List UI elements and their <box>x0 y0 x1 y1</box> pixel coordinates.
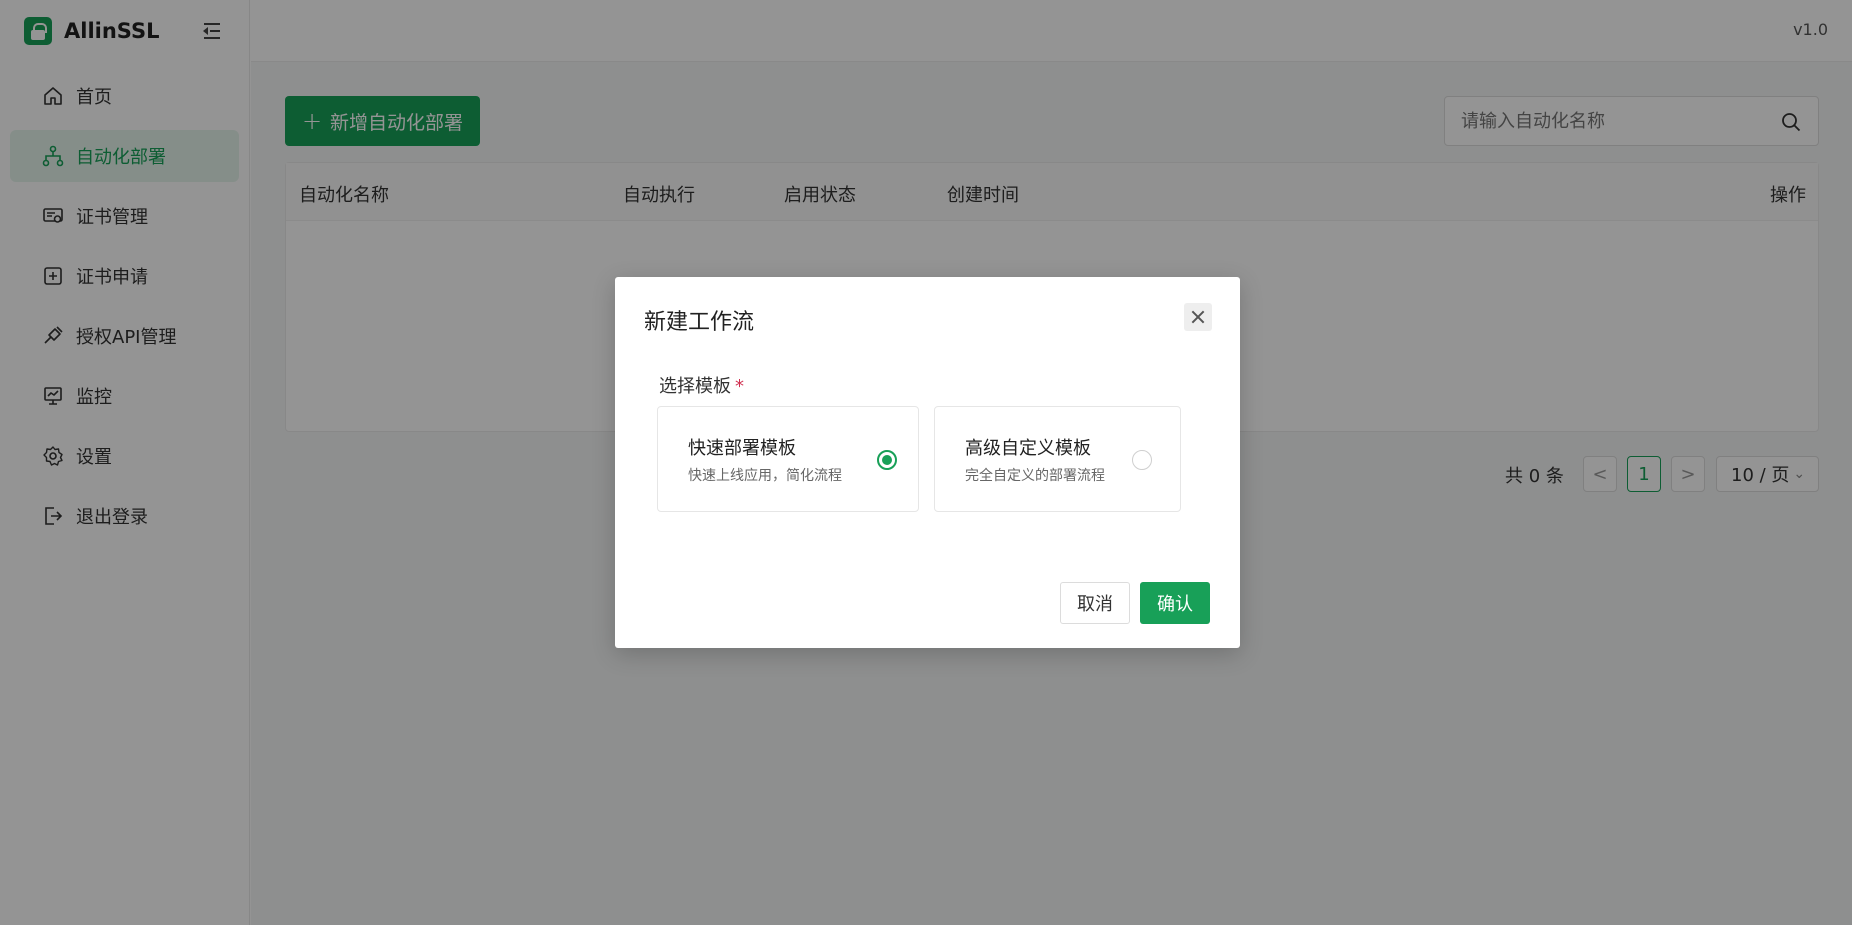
radio-checked-icon[interactable] <box>877 450 897 470</box>
option-description: 快速上线应用，简化流程 <box>688 468 842 484</box>
template-field-label: 选择模板 * <box>659 372 744 398</box>
dialog-title: 新建工作流 <box>644 310 755 335</box>
option-title: 快速部署模板 <box>688 438 796 459</box>
confirm-button[interactable]: 确认 <box>1140 582 1210 624</box>
option-description: 完全自定义的部署流程 <box>965 468 1105 484</box>
close-icon[interactable] <box>1184 303 1212 331</box>
template-option-quick[interactable]: 快速部署模板 快速上线应用，简化流程 <box>657 406 919 512</box>
template-option-advanced[interactable]: 高级自定义模板 完全自定义的部署流程 <box>934 406 1181 512</box>
required-mark: * <box>735 376 744 397</box>
template-label-text: 选择模板 <box>659 376 731 397</box>
radio-unchecked-icon[interactable] <box>1132 450 1152 470</box>
cancel-button[interactable]: 取消 <box>1060 582 1130 624</box>
option-title: 高级自定义模板 <box>965 438 1091 459</box>
new-workflow-dialog: 新建工作流 选择模板 * 快速部署模板 快速上线应用，简化流程 高级自定义模板 完… <box>615 277 1240 648</box>
